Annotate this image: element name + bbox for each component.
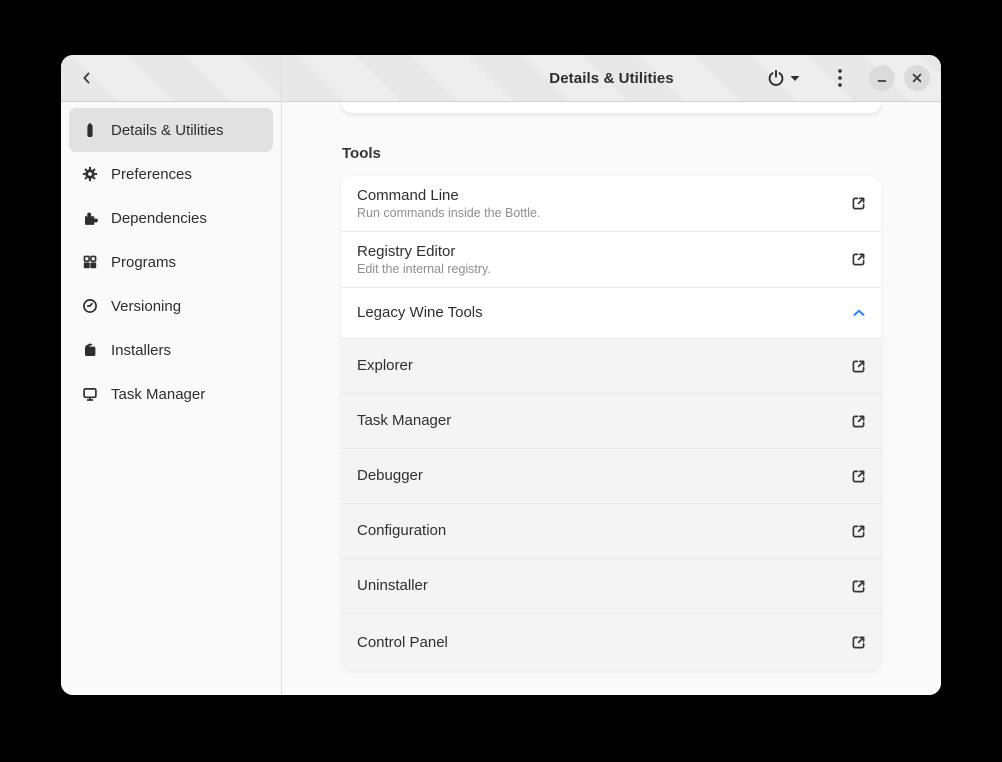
sidebar: Details & Utilities Preferences Dependen… [61, 102, 281, 695]
scrolled-card-remnant [341, 102, 881, 113]
external-link-icon [850, 195, 867, 212]
external-link-icon [850, 468, 867, 485]
sidebar-divider [281, 55, 282, 695]
sidebar-item-installers[interactable]: Installers [69, 328, 273, 372]
gear-icon [82, 166, 98, 182]
sidebar-item-label: Preferences [111, 166, 192, 183]
sidebar-item-versioning[interactable]: Versioning [69, 284, 273, 328]
external-link-icon [850, 634, 867, 651]
sidebar-item-label: Programs [111, 254, 176, 271]
sidebar-item-dependencies[interactable]: Dependencies [69, 196, 273, 240]
grid-icon [82, 254, 98, 270]
row-title: Task Manager [357, 412, 850, 429]
row-text: Configuration [357, 522, 850, 539]
row-subtitle: Run commands inside the Bottle. [357, 207, 850, 221]
row-text: Legacy Wine Tools [357, 304, 851, 321]
main-content: Tools Command Line Run commands inside t… [282, 102, 941, 695]
titlebar: Details & Utilities [61, 55, 941, 102]
sidebar-item-label: Dependencies [111, 210, 207, 227]
external-link-icon [850, 523, 867, 540]
back-chevron-icon [79, 70, 95, 86]
row-title: Debugger [357, 467, 850, 484]
row-title: Explorer [357, 357, 850, 374]
monitor-icon [82, 386, 98, 402]
row-text: Command Line Run commands inside the Bot… [357, 187, 850, 221]
bottle-icon [82, 122, 98, 138]
external-link-icon [850, 251, 867, 268]
row-text: Debugger [357, 467, 850, 484]
row-text: Registry Editor Edit the internal regist… [357, 243, 850, 277]
power-menu-button[interactable] [759, 63, 807, 93]
row-text: Task Manager [357, 412, 850, 429]
row-subtitle: Edit the internal registry. [357, 263, 850, 277]
sidebar-item-task-manager[interactable]: Task Manager [69, 372, 273, 416]
power-icon [767, 69, 785, 87]
sidebar-item-label: Details & Utilities [111, 122, 224, 139]
row-control-panel[interactable]: Control Panel [341, 613, 881, 671]
row-debugger[interactable]: Debugger [341, 448, 881, 503]
row-task-manager[interactable]: Task Manager [341, 393, 881, 448]
sidebar-item-programs[interactable]: Programs [69, 240, 273, 284]
minimize-icon [876, 72, 888, 84]
tools-card: Command Line Run commands inside the Bot… [341, 176, 881, 671]
back-button[interactable] [71, 62, 103, 94]
external-link-icon [850, 413, 867, 430]
desktop-background: Details & Utilities [0, 0, 1002, 762]
row-title: Command Line [357, 187, 850, 204]
row-explorer[interactable]: Explorer [341, 338, 881, 393]
minimize-button[interactable] [869, 65, 895, 91]
row-title: Control Panel [357, 634, 850, 651]
external-link-icon [850, 358, 867, 375]
row-configuration[interactable]: Configuration [341, 503, 881, 558]
row-title: Uninstaller [357, 577, 850, 594]
tools-section-title: Tools [342, 145, 381, 162]
puzzle-icon [82, 210, 98, 226]
row-text: Control Panel [357, 634, 850, 651]
external-link-icon [850, 578, 867, 595]
sidebar-item-label: Installers [111, 342, 171, 359]
app-window: Details & Utilities [61, 55, 941, 695]
sidebar-item-label: Task Manager [111, 386, 205, 403]
row-title: Registry Editor [357, 243, 850, 260]
three-dots-icon [838, 69, 842, 87]
row-command-line[interactable]: Command Line Run commands inside the Bot… [341, 176, 881, 231]
chevron-up-icon [851, 305, 867, 321]
primary-menu-button[interactable] [827, 63, 853, 93]
row-text: Explorer [357, 357, 850, 374]
expander-title: Legacy Wine Tools [357, 304, 851, 321]
sidebar-item-details-utilities[interactable]: Details & Utilities [69, 108, 273, 152]
clock-icon [82, 298, 98, 314]
close-icon [911, 72, 923, 84]
close-button[interactable] [904, 65, 930, 91]
dropdown-caret-icon [790, 75, 800, 82]
row-uninstaller[interactable]: Uninstaller [341, 558, 881, 613]
row-title: Configuration [357, 522, 850, 539]
row-registry-editor[interactable]: Registry Editor Edit the internal regist… [341, 231, 881, 287]
box-icon [82, 342, 98, 358]
sidebar-item-label: Versioning [111, 298, 181, 315]
row-text: Uninstaller [357, 577, 850, 594]
sidebar-item-preferences[interactable]: Preferences [69, 152, 273, 196]
row-legacy-wine-tools-expander[interactable]: Legacy Wine Tools [341, 287, 881, 338]
